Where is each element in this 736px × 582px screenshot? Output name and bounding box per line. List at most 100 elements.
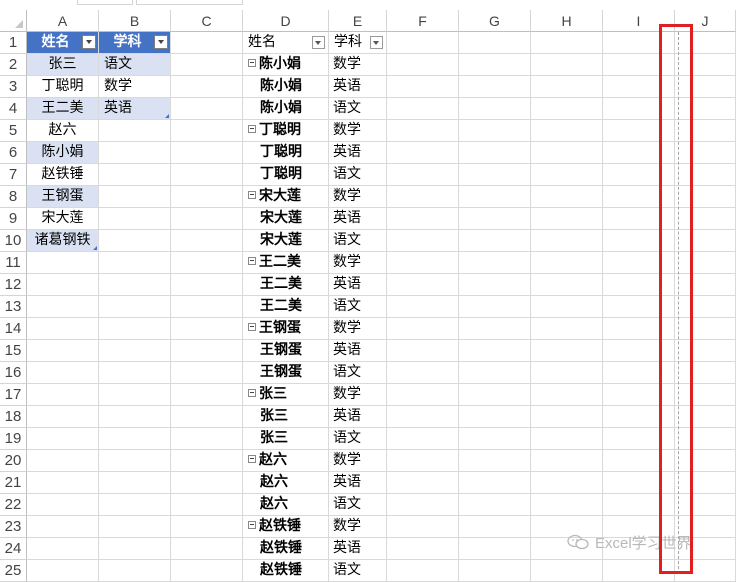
pivot-name-cell[interactable]: 宋大莲 [243,230,329,252]
pivot-subject-cell[interactable]: 英语 [329,406,387,428]
grid-cell[interactable] [171,516,243,538]
row-header[interactable]: 21 [0,472,27,494]
grid-cell[interactable] [99,516,171,538]
grid-cell[interactable] [171,450,243,472]
grid-cell[interactable] [459,186,531,208]
row-header[interactable]: 14 [0,318,27,340]
grid-cell[interactable] [459,362,531,384]
grid-cell[interactable] [459,54,531,76]
grid-cell[interactable] [171,296,243,318]
column-header-c[interactable]: C [171,10,243,32]
grid-cell[interactable] [171,120,243,142]
pivot-subject-cell[interactable]: 数学 [329,450,387,472]
grid-cell[interactable] [459,142,531,164]
pivot-name-cell[interactable]: 王二美 [243,296,329,318]
grid-cell[interactable] [459,120,531,142]
grid-cell[interactable] [531,340,603,362]
filter-dropdown-button[interactable] [154,35,168,49]
grid-cell[interactable] [387,450,459,472]
grid-cell[interactable] [99,186,171,208]
pivot-name-cell[interactable]: 陈小娟 [243,76,329,98]
grid-cell[interactable] [27,318,99,340]
grid-cell[interactable] [459,98,531,120]
table-name-cell[interactable]: 赵六 [27,120,99,142]
row-header[interactable]: 17 [0,384,27,406]
grid-cell[interactable] [27,384,99,406]
table-subject-cell[interactable]: 语文 [99,54,171,76]
table-subject-cell[interactable]: 数学 [99,76,171,98]
table-name-cell[interactable]: 诸葛钢铁 [27,230,99,252]
grid-cell[interactable] [387,230,459,252]
grid-cell[interactable] [99,230,171,252]
grid-cell[interactable] [99,120,171,142]
grid-cell[interactable] [459,296,531,318]
grid-cell[interactable] [171,76,243,98]
grid-cell[interactable] [387,142,459,164]
grid-cell[interactable] [531,472,603,494]
row-header[interactable]: 22 [0,494,27,516]
collapse-toggle-icon[interactable] [248,59,256,67]
row-header[interactable]: 15 [0,340,27,362]
pivot-group-cell[interactable]: 赵铁锤 [243,516,329,538]
grid-cell[interactable] [171,230,243,252]
table-name-cell[interactable]: 陈小娟 [27,142,99,164]
grid-cell[interactable] [387,274,459,296]
grid-cell[interactable] [99,538,171,560]
grid-cell[interactable] [387,494,459,516]
grid-cell[interactable] [99,560,171,582]
column-header-e[interactable]: E [329,10,387,32]
grid-cell[interactable] [171,252,243,274]
collapse-toggle-icon[interactable] [248,191,256,199]
grid-cell[interactable] [531,362,603,384]
pivot-subject-cell[interactable]: 语文 [329,362,387,384]
pivot-name-cell[interactable]: 张三 [243,428,329,450]
pivot-name-cell[interactable]: 赵六 [243,472,329,494]
grid-cell[interactable] [27,450,99,472]
grid-cell[interactable] [99,252,171,274]
grid-cell[interactable] [531,252,603,274]
grid-cell[interactable] [459,450,531,472]
grid-cell[interactable] [171,98,243,120]
grid-cell[interactable] [387,406,459,428]
grid-cell[interactable] [531,406,603,428]
grid-cell[interactable] [387,120,459,142]
grid-cell[interactable] [27,538,99,560]
grid-cell[interactable] [99,450,171,472]
pivot-group-cell[interactable]: 赵六 [243,450,329,472]
grid-cell[interactable] [99,274,171,296]
grid-cell[interactable] [387,362,459,384]
grid-cell[interactable] [27,252,99,274]
grid-cell[interactable] [171,208,243,230]
grid-cell[interactable] [171,406,243,428]
table-name-cell[interactable]: 赵铁锤 [27,164,99,186]
grid-cell[interactable] [171,494,243,516]
pivot-subject-cell[interactable]: 语文 [329,560,387,582]
grid-cell[interactable] [459,340,531,362]
column-header-b[interactable]: B [99,10,171,32]
collapse-toggle-icon[interactable] [248,257,256,265]
grid-cell[interactable] [27,406,99,428]
grid-cell[interactable] [27,428,99,450]
grid-cell[interactable] [531,54,603,76]
tab-stub[interactable] [136,0,243,5]
row-header[interactable]: 8 [0,186,27,208]
filter-dropdown-button[interactable] [82,35,96,49]
select-all-corner[interactable] [0,10,27,32]
pivot-name-cell[interactable]: 王钢蛋 [243,340,329,362]
table-subject-cell[interactable]: 英语 [99,98,171,120]
pivot-name-cell[interactable]: 王二美 [243,274,329,296]
table-name-cell[interactable]: 丁聪明 [27,76,99,98]
grid-cell[interactable] [171,362,243,384]
pivot-group-cell[interactable]: 陈小娟 [243,54,329,76]
grid-cell[interactable] [27,494,99,516]
grid-cell[interactable] [531,384,603,406]
grid-cell[interactable] [387,472,459,494]
pivot-group-cell[interactable]: 宋大莲 [243,186,329,208]
pivot-subject-cell[interactable]: 英语 [329,538,387,560]
pivot-subject-cell[interactable]: 英语 [329,76,387,98]
grid-cell[interactable] [27,296,99,318]
row-header[interactable]: 9 [0,208,27,230]
grid-cell[interactable] [99,142,171,164]
table-name-cell[interactable]: 王钢蛋 [27,186,99,208]
pivot-name-cell[interactable]: 丁聪明 [243,164,329,186]
